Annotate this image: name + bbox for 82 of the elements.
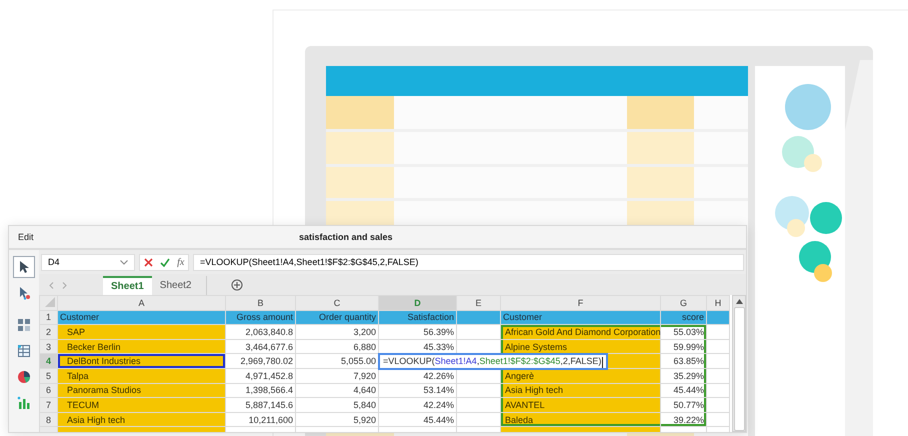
cell-text: Satisfaction [407, 312, 454, 322]
insert-function-button[interactable]: fx [177, 256, 184, 268]
dropdown-caret-icon [120, 260, 128, 264]
pointer-sparkle-icon[interactable] [18, 286, 30, 300]
cell-text: 45.33% [423, 342, 454, 352]
cell-text: 59.99% [673, 342, 704, 352]
cell-text: 5,840 [353, 400, 376, 410]
edit-menu[interactable]: Edit [18, 232, 34, 242]
cell-text: Alpine Systems [505, 342, 568, 352]
sheet-tab[interactable]: Sheet2 [152, 276, 200, 295]
cell-text: 35.29% [673, 370, 704, 381]
cell-text: Talpa [67, 370, 89, 381]
row-header[interactable]: 3 [40, 339, 58, 354]
row-header[interactable]: 5 [40, 368, 58, 384]
cell-text: Panorama Studios [67, 385, 142, 396]
cell-text: AVANTEL [505, 400, 545, 410]
cell-text: Angerè [505, 370, 534, 381]
cell-text: Order quantity [318, 312, 376, 322]
cell-text: 3,200 [353, 326, 376, 337]
cell-text: 39.22% [673, 414, 704, 425]
cell-text: 56.39% [423, 326, 454, 337]
add-sheet-icon[interactable] [230, 279, 242, 291]
name-box[interactable]: D4 [41, 254, 135, 270]
cell-text: 55.03% [673, 326, 704, 337]
cell-text: 45.44% [673, 385, 704, 396]
cell-text: 45.44% [423, 414, 454, 425]
cell-editor-field[interactable]: =VLOOKUP(Sheet1!A4,Sheet1!$F$2:$G$45,2,FALSE) [378, 353, 608, 370]
column-header[interactable]: G [660, 296, 706, 310]
bar-chart-icon[interactable] [17, 396, 31, 410]
row-header[interactable]: 7 [40, 398, 58, 412]
bubble [785, 84, 831, 130]
cell-text: Baleda [505, 414, 534, 425]
cell-text: 42.24% [423, 400, 454, 410]
cell-text: 53.14% [423, 385, 454, 396]
cancel-icon[interactable] [144, 258, 153, 266]
cell-text: Gross amount [236, 312, 293, 322]
cell-text: African Gold And Diamond Corporation [505, 326, 661, 337]
column-header[interactable]: F [500, 296, 660, 310]
cell-text: 7,920 [353, 370, 376, 381]
formula-field[interactable]: =VLOOKUP(Sheet1!A4,Sheet1!$F$2:$G$45,2,FALSE) [193, 254, 744, 270]
row-header[interactable]: 8 [40, 412, 58, 427]
pie-chart-icon[interactable] [17, 370, 31, 384]
cell-text: SAP [67, 326, 86, 337]
cell-text: Becker Berlin [67, 342, 121, 352]
cell-text: 4,640 [353, 385, 376, 396]
cell-text: score [682, 312, 704, 322]
cell-text: 10,211,600 [248, 414, 293, 425]
check-icon[interactable] [160, 258, 170, 266]
row-header[interactable]: 2 [40, 324, 58, 340]
cell-text: 5,920 [353, 414, 376, 425]
row-header[interactable]: 1 [40, 310, 58, 325]
cell-text: 50.77% [673, 400, 704, 410]
grid-icon[interactable] [17, 318, 31, 332]
cell-text: 5,887,145.6 [245, 400, 293, 410]
column-header[interactable]: H [706, 296, 730, 310]
column-header[interactable]: E [456, 296, 500, 310]
cell-text: 63.85% [673, 356, 704, 366]
cell-text: 6,880 [353, 342, 376, 352]
vertical-scrollbar[interactable] [732, 295, 746, 432]
scroll-up-icon[interactable] [736, 299, 742, 304]
column-header[interactable]: C [296, 296, 378, 310]
row-header[interactable]: 6 [40, 383, 58, 398]
cell-text: DelBont Industries [67, 356, 141, 366]
bubble [810, 202, 842, 234]
cell-text: Customer [503, 312, 542, 322]
cell-text: 2,063,840.8 [245, 326, 293, 337]
cell-text: 3,464,677.6 [245, 342, 293, 352]
column-header[interactable]: B [226, 296, 296, 310]
cell-text: 4,971,452.8 [245, 370, 293, 381]
cell-text: 42.26% [423, 370, 454, 381]
cell-text: 2,969,780.02 [240, 356, 293, 366]
window-title: satisfaction and sales [299, 232, 393, 242]
cell-text: 5,055.00 [340, 356, 376, 366]
cell-text: TECUM [67, 400, 99, 410]
table-icon[interactable] [17, 344, 31, 358]
cell-text: Asia High tech [67, 414, 126, 425]
sheet-tab[interactable]: Sheet1 [103, 276, 152, 295]
cell-text: Customer [60, 312, 100, 322]
pointer-icon[interactable] [18, 260, 30, 274]
cell-text: 1,398,566.4 [245, 385, 293, 396]
column-header[interactable]: A [58, 296, 226, 310]
cell-text: Asia High tech [505, 385, 564, 396]
